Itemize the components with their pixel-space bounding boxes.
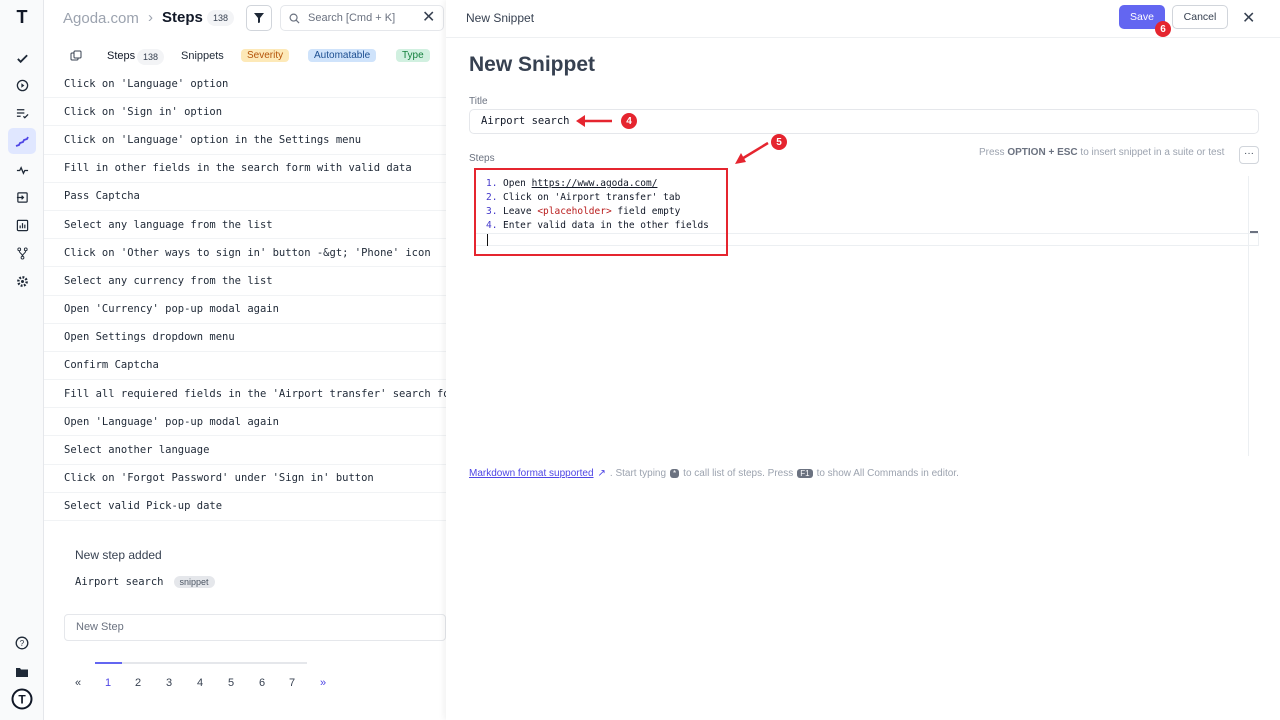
annotation-marker-5: 5 [771,134,787,150]
annotation-marker-4: 4 [621,113,637,129]
arrow-5 [735,141,769,164]
arrow-4 [576,115,612,127]
annotation-arrows [576,115,769,164]
